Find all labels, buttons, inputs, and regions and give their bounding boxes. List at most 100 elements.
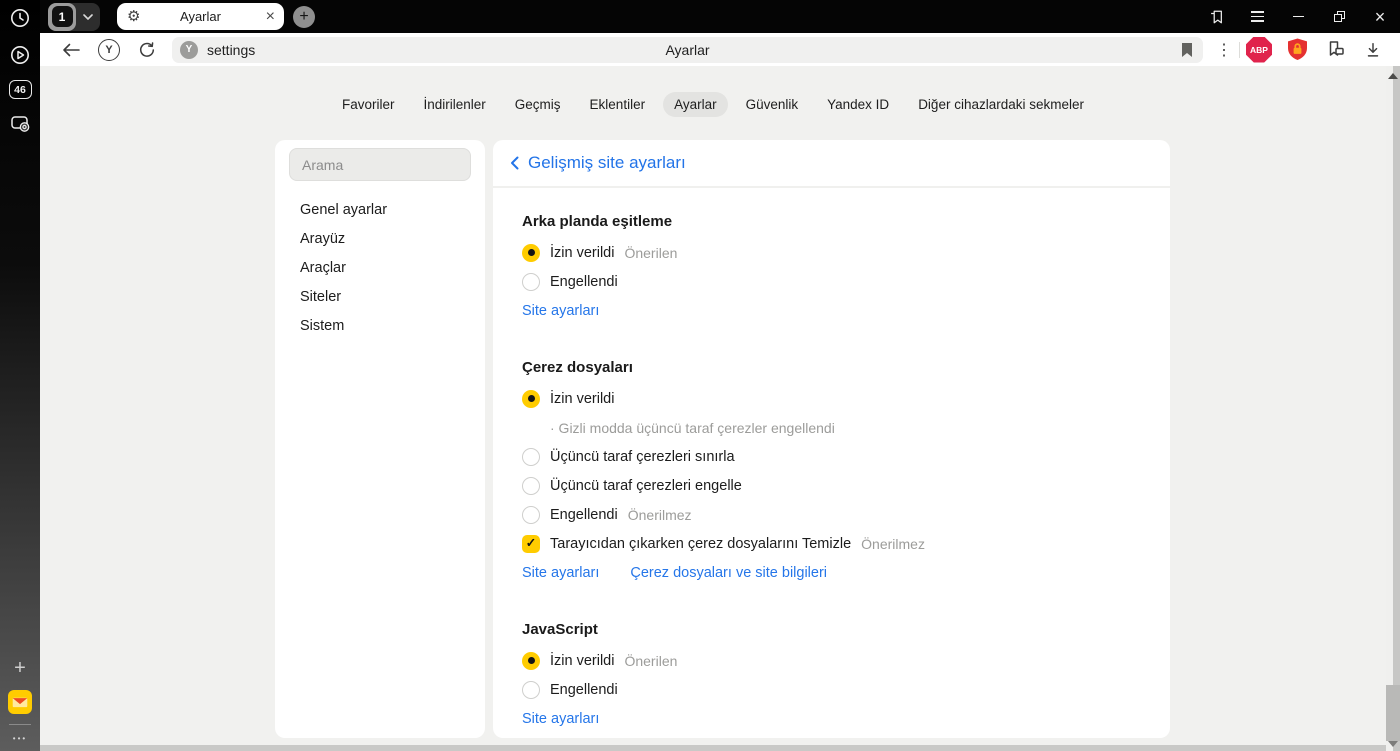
nav-tab[interactable]: Diğer cihazlardaki sekmeler xyxy=(907,92,1095,117)
settings-gear-icon: ⚙ xyxy=(127,8,141,25)
option-row[interactable]: İzin verildi Önerilen xyxy=(522,646,1141,675)
nav-tab[interactable]: Ayarlar xyxy=(663,92,728,117)
radio-button[interactable] xyxy=(522,447,540,466)
settings-section: Arka planda eşitleme İzin verildi Önerilen… xyxy=(522,212,1141,319)
new-tab-button[interactable]: + xyxy=(293,5,315,28)
section-link[interactable]: Site ayarları xyxy=(522,711,599,727)
option-label: Engellendi xyxy=(550,681,618,698)
settings-section: Çerez dosyaları İzin verildi · Gizli modda… xyxy=(522,358,1141,581)
browser-menu-icon[interactable] xyxy=(1249,9,1265,25)
option-badge: Önerilen xyxy=(624,652,678,669)
option-row[interactable]: Engellendi xyxy=(522,267,1141,296)
rail-divider xyxy=(9,724,31,725)
option-label: Engellendi xyxy=(550,273,618,290)
radio-button[interactable] xyxy=(522,243,540,262)
settings-menu-item[interactable]: Araçlar xyxy=(275,253,485,282)
nav-tab[interactable]: Favoriler xyxy=(331,92,406,117)
settings-nav-tabs: Favoriler İndirilenler Geçmiş Eklentiler Aya… xyxy=(40,92,1386,117)
side-panel-icon[interactable] xyxy=(1316,36,1354,64)
address-bar[interactable]: Y settings Ayarlar xyxy=(172,36,1203,63)
browser-tab-active[interactable]: ⚙ Ayarlar × xyxy=(117,3,284,30)
browser-left-rail: 46 + ••• xyxy=(0,0,40,751)
protect-shield-icon[interactable] xyxy=(1278,36,1316,64)
settings-search-input[interactable] xyxy=(289,148,471,181)
tab-count: 1 xyxy=(51,6,73,27)
back-chevron-icon[interactable] xyxy=(510,156,519,170)
option-row[interactable]: İzin verildi xyxy=(522,384,1141,413)
browser-toolbar: Y Y settings Ayarlar ⋮ ABP xyxy=(40,33,1400,66)
radio-button[interactable] xyxy=(522,505,540,524)
settings-menu-item[interactable]: Arayüz xyxy=(275,224,485,253)
download-icon[interactable] xyxy=(1354,36,1392,64)
site-settings-panel: Gelişmiş site ayarları Arka planda eşitl… xyxy=(493,140,1170,738)
toolbar-menu-icon[interactable]: ⋮ xyxy=(1209,36,1239,64)
settings-menu-item[interactable]: Sistem xyxy=(275,311,485,340)
radio-button[interactable] xyxy=(522,651,540,670)
settings-menu-item[interactable]: Siteler xyxy=(275,282,485,311)
settings-menu-item[interactable]: Genel ayarlar xyxy=(275,195,485,224)
option-row[interactable]: Engellendi Önerilmez xyxy=(522,500,1141,529)
sections-container: Arka planda eşitleme İzin verildi Önerilen… xyxy=(493,212,1170,727)
player-icon[interactable] xyxy=(8,43,32,67)
history-clock-icon[interactable] xyxy=(8,6,32,30)
option-row[interactable]: ✓ Tarayıcıdan çıkarken çerez dosyalarını … xyxy=(522,529,1141,558)
tab-counter-button[interactable]: 1 xyxy=(48,2,76,31)
section-links: Site ayarları xyxy=(522,711,1141,727)
section-link[interactable]: Site ayarları xyxy=(522,303,599,319)
section-links: Site ayarları xyxy=(522,303,1141,319)
bookmark-icon[interactable] xyxy=(1180,42,1194,58)
radio-button[interactable] xyxy=(522,680,540,699)
section-link[interactable]: Çerez dosyaları ve site bilgileri xyxy=(630,565,827,581)
nav-tab[interactable]: Güvenlik xyxy=(735,92,810,117)
option-row[interactable]: Engellendi xyxy=(522,675,1141,704)
settings-section: JavaScript İzin verildi Önerilen Engellendi… xyxy=(522,620,1141,727)
refresh-icon[interactable] xyxy=(128,36,166,64)
scroll-up-icon[interactable] xyxy=(1388,73,1398,79)
yandex-home-icon[interactable]: Y xyxy=(90,36,128,64)
option-row[interactable]: İzin verildi Önerilen xyxy=(522,238,1141,267)
option-label: Engellendi xyxy=(550,506,618,523)
screenshot-icon[interactable] xyxy=(8,112,32,136)
settings-page: Favoriler İndirilenler Geçmiş Eklentiler Aya… xyxy=(40,66,1400,751)
add-panel-icon[interactable]: + xyxy=(8,656,32,680)
option-note: · Gizli modda üçüncü taraf çerezler enge… xyxy=(550,419,835,436)
page-scrollbar[interactable] xyxy=(1386,66,1400,751)
minimize-icon[interactable] xyxy=(1290,9,1306,25)
more-options-icon[interactable]: ••• xyxy=(13,735,27,743)
nav-tab[interactable]: İndirilenler xyxy=(413,92,497,117)
tab-title: Ayarlar xyxy=(180,9,221,24)
tabs-dropdown-button[interactable] xyxy=(76,3,100,31)
settings-menu-panel: Genel ayarlarArayüzAraçlarSitelerSistem xyxy=(275,140,485,738)
section-header-title[interactable]: Gelişmiş site ayarları xyxy=(528,153,686,173)
back-icon[interactable] xyxy=(52,36,90,64)
option-label: İzin verildi xyxy=(550,652,615,669)
window-close-icon[interactable]: × xyxy=(1372,8,1388,26)
option-row[interactable]: Üçüncü taraf çerezleri sınırla xyxy=(522,442,1141,471)
tab-counter: 1 xyxy=(48,2,100,31)
option-label: İzin verildi xyxy=(550,390,615,407)
option-label: Tarayıcıdan çıkarken çerez dosyalarını T… xyxy=(550,535,852,552)
bookmarks-panel-icon[interactable] xyxy=(1208,9,1224,25)
browser-tab-bar: 1 ⚙ Ayarlar × + × xyxy=(40,0,1400,33)
scroll-down-icon[interactable] xyxy=(1388,741,1398,747)
option-row[interactable]: Üçüncü taraf çerezleri engelle xyxy=(522,471,1141,500)
nav-tab[interactable]: Geçmiş xyxy=(504,92,572,117)
section-title: Arka planda eşitleme xyxy=(522,213,673,230)
maximize-restore-icon[interactable] xyxy=(1331,9,1347,25)
nav-tab[interactable]: Yandex ID xyxy=(816,92,900,117)
nav-tab[interactable]: Eklentiler xyxy=(579,92,657,117)
radio-button[interactable] xyxy=(522,476,540,495)
option-label: Üçüncü taraf çerezleri sınırla xyxy=(550,448,735,465)
adblock-badge[interactable]: ABP xyxy=(1240,36,1278,64)
option-label: İzin verildi xyxy=(550,244,615,261)
settings-menu-list: Genel ayarlar Arayüz Araçlar Siteler Sistem xyxy=(275,195,485,340)
radio-button[interactable] xyxy=(522,389,540,408)
tab-close-icon[interactable]: × xyxy=(266,8,275,25)
checkbox[interactable]: ✓ xyxy=(522,534,540,553)
radio-button[interactable] xyxy=(522,272,540,291)
section-link[interactable]: Site ayarları xyxy=(522,565,599,581)
counter-badge[interactable]: 46 xyxy=(8,80,32,99)
option-badge: Önerilen xyxy=(624,244,678,261)
yandex-mail-icon[interactable] xyxy=(8,690,32,714)
scrollbar-thumb[interactable] xyxy=(1386,685,1400,741)
